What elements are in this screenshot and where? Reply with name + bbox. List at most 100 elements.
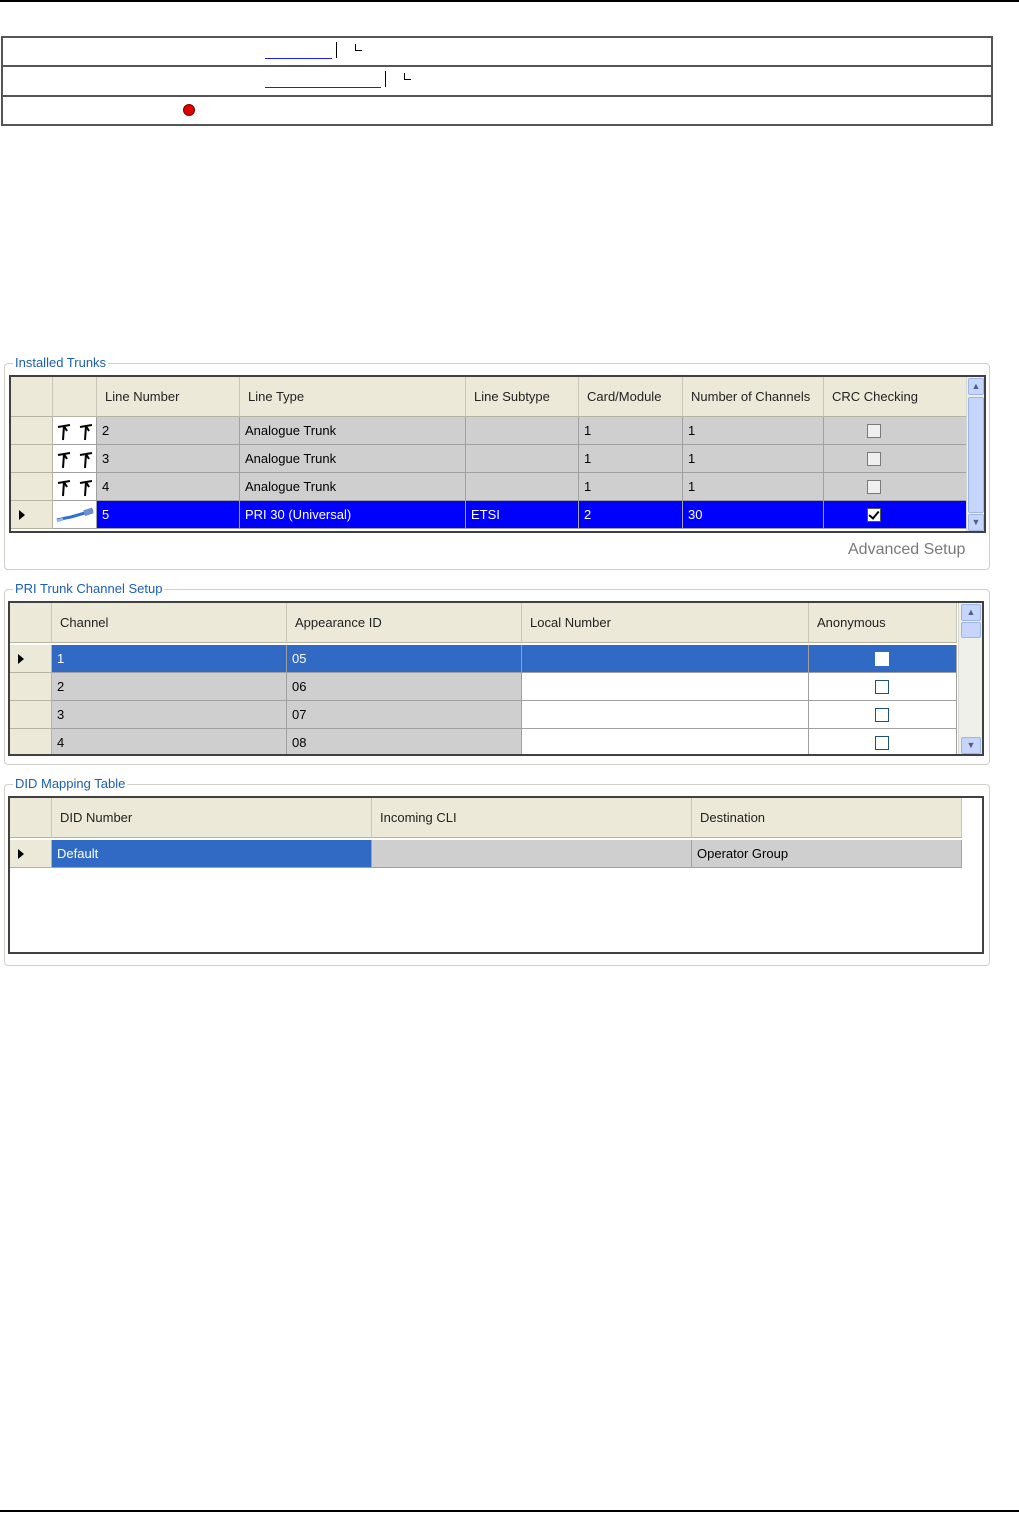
pri-scrollbar[interactable]: ▲ ▼ <box>958 603 982 754</box>
col-header-destination[interactable]: Destination <box>692 798 962 838</box>
crc-checkbox[interactable] <box>867 424 881 438</box>
row-header-corner <box>10 603 52 643</box>
col-header-channel[interactable]: Channel <box>52 603 287 643</box>
col-header-crc-checking[interactable]: CRC Checking <box>824 377 967 417</box>
crc-checkbox[interactable] <box>867 480 881 494</box>
icon-column-header <box>53 377 97 417</box>
local-number-cell[interactable] <box>522 645 809 673</box>
col-header-line-number[interactable]: Line Number <box>97 377 240 417</box>
channels-cell[interactable]: 1 <box>683 445 824 473</box>
destination-cell[interactable]: Operator Group <box>692 840 962 868</box>
did-number-cell[interactable]: Default <box>52 840 372 868</box>
scroll-down-arrow-icon[interactable]: ▼ <box>961 737 981 754</box>
scroll-thumb[interactable] <box>961 622 981 638</box>
line-number-cell[interactable]: 5 <box>97 501 240 529</box>
scroll-up-arrow-icon[interactable]: ▲ <box>961 604 981 621</box>
col-header-appearance-id[interactable]: Appearance ID <box>287 603 522 643</box>
row-header[interactable] <box>11 445 53 473</box>
scroll-down-arrow-icon[interactable]: ▼ <box>968 514 984 531</box>
row-header-current[interactable] <box>10 645 52 673</box>
local-number-cell[interactable] <box>522 673 809 701</box>
step-mark-icon <box>355 44 362 51</box>
scroll-thumb[interactable] <box>968 397 984 513</box>
pri-cable-icon <box>56 507 94 523</box>
pri-setup-grid[interactable]: Channel Appearance ID Local Number Anony… <box>8 601 984 756</box>
col-header-line-subtype[interactable]: Line Subtype <box>466 377 579 417</box>
row-header[interactable] <box>10 729 52 754</box>
channels-cell[interactable]: 1 <box>683 473 824 501</box>
line-subtype-cell[interactable] <box>466 473 579 501</box>
anonymous-cell[interactable] <box>809 673 957 701</box>
line-number-cell[interactable]: 4 <box>97 473 240 501</box>
trunk-icon-cell <box>53 417 97 445</box>
col-header-line-type[interactable]: Line Type <box>240 377 466 417</box>
line-number-cell[interactable]: 2 <box>97 417 240 445</box>
anonymous-checkbox[interactable] <box>875 680 889 694</box>
corner-mark-icon <box>385 71 387 87</box>
incoming-cli-cell[interactable] <box>372 840 692 868</box>
line-type-cell[interactable]: Analogue Trunk <box>240 417 466 445</box>
row-header-corner <box>10 798 52 838</box>
did-mapping-grid[interactable]: DID Number Incoming CLI Destination Defa… <box>8 796 984 954</box>
advanced-setup-link[interactable]: Advanced Setup <box>848 541 965 559</box>
card-module-cell[interactable]: 1 <box>579 417 683 445</box>
bottom-rule <box>0 1510 1019 1512</box>
channel-cell[interactable]: 1 <box>52 645 287 673</box>
trunks-scrollbar[interactable]: ▲ ▼ <box>966 377 984 531</box>
col-header-anonymous[interactable]: Anonymous <box>809 603 957 643</box>
row-header[interactable] <box>11 473 53 501</box>
appearance-id-cell[interactable]: 08 <box>287 729 522 754</box>
row-header-current[interactable] <box>11 501 53 529</box>
link-2[interactable] <box>265 87 381 88</box>
crc-checkbox-checked[interactable] <box>867 508 881 522</box>
line-number-cell[interactable]: 3 <box>97 445 240 473</box>
channel-cell[interactable]: 2 <box>52 673 287 701</box>
pri-setup-title: PRI Trunk Channel Setup <box>13 581 165 596</box>
crc-cell[interactable] <box>824 501 967 529</box>
col-header-number-of-channels[interactable]: Number of Channels <box>683 377 824 417</box>
anonymous-cell[interactable] <box>809 729 957 754</box>
crc-cell[interactable] <box>824 445 967 473</box>
line-subtype-cell[interactable] <box>466 417 579 445</box>
trunk-icon-cell <box>53 473 97 501</box>
analogue-trunk-icon <box>57 424 93 441</box>
scroll-up-arrow-icon[interactable]: ▲ <box>968 378 984 395</box>
row-header-current[interactable] <box>10 840 52 868</box>
anonymous-cell[interactable] <box>809 701 957 729</box>
channels-cell[interactable]: 30 <box>683 501 824 529</box>
card-module-cell[interactable]: 1 <box>579 445 683 473</box>
appearance-id-cell[interactable]: 05 <box>287 645 522 673</box>
link-1[interactable] <box>265 58 332 59</box>
col-header-local-number[interactable]: Local Number <box>522 603 809 643</box>
appearance-id-cell[interactable]: 06 <box>287 673 522 701</box>
anonymous-checkbox[interactable] <box>875 708 889 722</box>
channel-cell[interactable]: 4 <box>52 729 287 754</box>
line-type-cell[interactable]: PRI 30 (Universal) <box>240 501 466 529</box>
anonymous-checkbox[interactable] <box>875 736 889 750</box>
crc-checkbox[interactable] <box>867 452 881 466</box>
local-number-cell[interactable] <box>522 729 809 754</box>
line-type-cell[interactable]: Analogue Trunk <box>240 473 466 501</box>
installed-trunks-grid[interactable]: Line Number Line Type Line Subtype Card/… <box>9 375 986 533</box>
col-header-card-module[interactable]: Card/Module <box>579 377 683 417</box>
row-header[interactable] <box>10 673 52 701</box>
crc-cell[interactable] <box>824 473 967 501</box>
row-header-corner <box>11 377 53 417</box>
card-module-cell[interactable]: 1 <box>579 473 683 501</box>
local-number-cell[interactable] <box>522 701 809 729</box>
did-mapping-title: DID Mapping Table <box>13 776 128 791</box>
card-module-cell[interactable]: 2 <box>579 501 683 529</box>
col-header-incoming-cli[interactable]: Incoming CLI <box>372 798 692 838</box>
row-header[interactable] <box>10 701 52 729</box>
row-header[interactable] <box>11 417 53 445</box>
channel-cell[interactable]: 3 <box>52 701 287 729</box>
line-type-cell[interactable]: Analogue Trunk <box>240 445 466 473</box>
col-header-did-number[interactable]: DID Number <box>52 798 372 838</box>
appearance-id-cell[interactable]: 07 <box>287 701 522 729</box>
line-subtype-cell[interactable] <box>466 445 579 473</box>
anonymous-cell[interactable] <box>809 645 957 673</box>
anonymous-checkbox[interactable] <box>875 652 889 666</box>
crc-cell[interactable] <box>824 417 967 445</box>
line-subtype-cell[interactable]: ETSI <box>466 501 579 529</box>
channels-cell[interactable]: 1 <box>683 417 824 445</box>
